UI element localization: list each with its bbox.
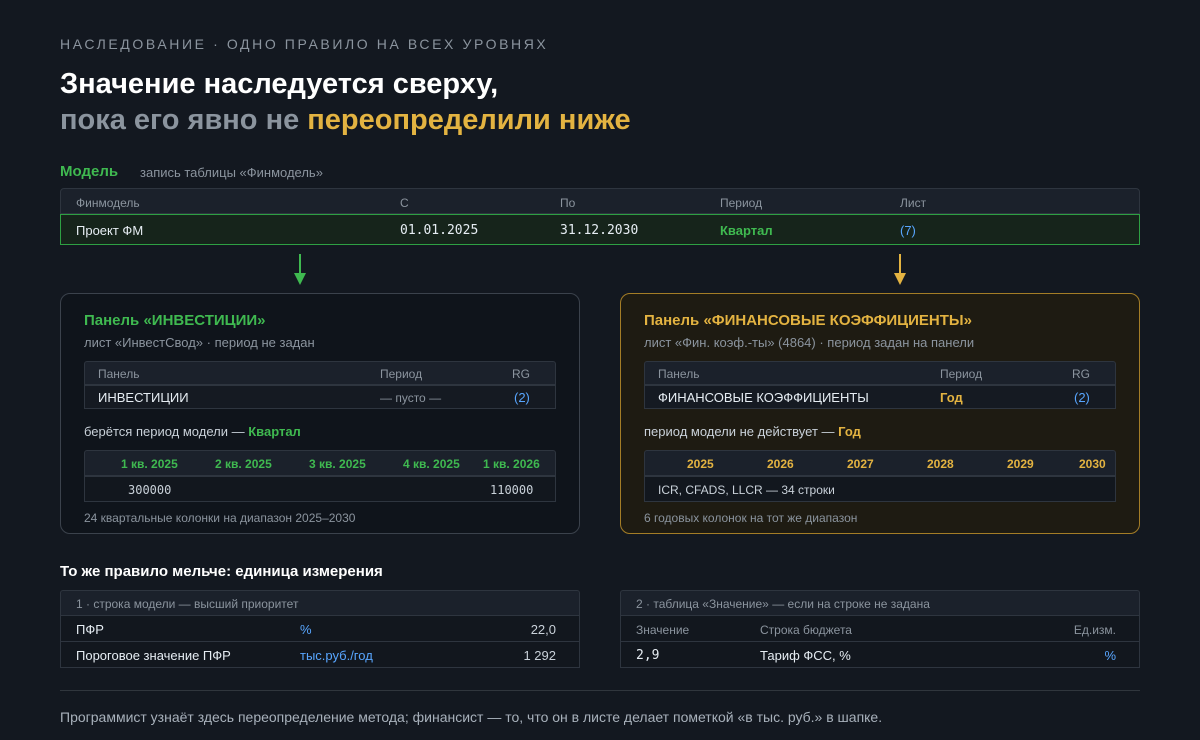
row-value: 1 292	[523, 648, 556, 663]
panel-subtitle: лист «Фин. коэф.-ты» (4864) · период зад…	[644, 335, 975, 350]
section-eyebrow: НАСЛЕДОВАНИЕ · ОДНО ПРАВИЛО НА ВСЕХ УРОВ…	[60, 36, 549, 52]
row-value: 22,0	[530, 622, 556, 637]
model-finmodel: Проект ФМ	[76, 223, 144, 238]
headline-line-1: Значение наследуется сверху,	[60, 68, 499, 100]
year-col: 2025	[687, 457, 714, 471]
model-table-header: Финмодель С По Период Лист	[60, 188, 1140, 214]
note-value: Квартал	[248, 424, 301, 439]
col-rg: RG	[512, 367, 530, 381]
note-value: Год	[838, 424, 861, 439]
row-value: 2,9	[636, 648, 660, 663]
table-row[interactable]: Пороговое значение ПФР тыс.руб./год 1 29…	[60, 642, 580, 668]
panel-name: ФИНАНСОВЫЕ КОЭФФИЦИЕНТЫ	[658, 390, 869, 405]
row-unit[interactable]: %	[300, 622, 312, 637]
model-subtitle: запись таблицы «Финмодель»	[140, 165, 323, 180]
col-sheet: Лист	[900, 196, 927, 210]
headline-line-2: пока его явно не переопределили ниже	[60, 104, 631, 137]
panel-footnote: 6 годовых колонок на тот же диапазон	[644, 511, 858, 525]
divider	[60, 690, 1140, 691]
values-row[interactable]: 300000 110000	[84, 476, 556, 502]
table-header: Панель Период RG	[644, 361, 1116, 385]
table-row[interactable]: 2,9 Тариф ФСС, % %	[620, 642, 1140, 668]
period-value: Год	[940, 390, 963, 405]
col-panel: Панель	[658, 367, 700, 381]
period-note: период модели не действует — Год	[644, 424, 861, 439]
col-period: Период	[720, 196, 763, 210]
panel-financial-ratios: Панель «ФИНАНСОВЫЕ КОЭФФИЦИЕНТЫ» лист «Ф…	[620, 293, 1140, 534]
row-name: Пороговое значение ПФР	[76, 648, 231, 663]
panel-footnote: 24 квартальные колонки на диапазон 2025–…	[84, 511, 356, 525]
model-to-date: 31.12.2030	[560, 223, 639, 238]
quarter-col: 1 кв. 2025	[121, 457, 178, 471]
table-row[interactable]: ИНВЕСТИЦИИ — пусто — (2)	[84, 385, 556, 409]
col-finmodel: Финмодель	[76, 196, 140, 210]
rows-summary[interactable]: ICR, CFADS, LLCR — 34 строки	[644, 476, 1116, 502]
col-to: По	[560, 196, 576, 210]
year-col: 2026	[767, 457, 794, 471]
model-row[interactable]: Проект ФМ 01.01.2025 31.12.2030 Квартал …	[60, 214, 1140, 245]
period-note: берётся период модели — Квартал	[84, 424, 301, 439]
panel-investments: Панель «ИНВЕСТИЦИИ» лист «ИнвестСвод» · …	[60, 293, 580, 534]
row-unit[interactable]: тыс.руб./год	[300, 648, 373, 663]
col-panel: Панель	[98, 367, 140, 381]
value-cell: 110000	[490, 483, 534, 497]
col-from: С	[400, 196, 409, 210]
row-name: ПФР	[76, 622, 104, 637]
col-rg: RG	[1072, 367, 1090, 381]
model-period: Квартал	[720, 223, 773, 238]
col-period: Период	[380, 367, 423, 381]
year-columns-header: 2025 2026 2027 2028 2029 2030	[644, 450, 1116, 476]
year-col: 2029	[1007, 457, 1034, 471]
quarter-columns-header: 1 кв. 2025 2 кв. 2025 3 кв. 2025 4 кв. 2…	[84, 450, 556, 476]
period-empty: — пусто —	[380, 391, 442, 405]
note-text: период модели не действует —	[644, 424, 835, 439]
panel-name: ИНВЕСТИЦИИ	[98, 390, 189, 405]
arrow-down-icon	[294, 254, 306, 286]
footer-note: Программист узнаёт здесь переопределение…	[60, 709, 883, 725]
col-budget-line: Строка бюджета	[760, 623, 852, 637]
note-text: берётся период модели —	[84, 424, 245, 439]
model-table: Финмодель С По Период Лист Проект ФМ 01.…	[60, 188, 1140, 245]
table-row[interactable]: ПФР % 22,0	[60, 616, 580, 642]
quarter-col: 1 кв. 2026	[483, 457, 540, 471]
table-header: Значение Строка бюджета Ед.изм.	[620, 616, 1140, 642]
panel-title: Панель «ФИНАНСОВЫЕ КОЭФФИЦИЕНТЫ»	[644, 312, 972, 329]
rows-text: ICR, CFADS, LLCR — 34 строки	[658, 483, 835, 497]
model-label: Модель	[60, 163, 119, 180]
quarter-col: 3 кв. 2025	[309, 457, 366, 471]
panel-title: Панель «ИНВЕСТИЦИИ»	[84, 312, 266, 329]
value-cell: 300000	[128, 483, 172, 497]
caption-text: 1 · строка модели — высший приоритет	[76, 597, 299, 611]
col-period: Период	[940, 367, 983, 381]
caption-text: 2 · таблица «Значение» — если на строке …	[636, 597, 930, 611]
arrow-down-icon	[894, 254, 906, 286]
headline-accent: переопределили ниже	[307, 104, 631, 136]
col-unit: Ед.изм.	[1073, 623, 1116, 637]
quarter-col: 2 кв. 2025	[215, 457, 272, 471]
model-sheet-link[interactable]: (7)	[900, 223, 916, 238]
quarter-col: 4 кв. 2025	[403, 457, 460, 471]
col-value: Значение	[636, 623, 690, 637]
model-from-date: 01.01.2025	[400, 223, 479, 238]
table-row[interactable]: ФИНАНСОВЫЕ КОЭФФИЦИЕНТЫ Год (2)	[644, 385, 1116, 409]
table-caption: 1 · строка модели — высший приоритет	[60, 590, 580, 616]
table-header: Панель Период RG	[84, 361, 556, 385]
panel-subtitle: лист «ИнвестСвод» · период не задан	[84, 335, 315, 350]
headline-plain: пока его явно не	[60, 104, 300, 136]
rg-link[interactable]: (2)	[514, 390, 530, 405]
year-col: 2028	[927, 457, 954, 471]
rg-link[interactable]: (2)	[1074, 390, 1090, 405]
year-col: 2027	[847, 457, 874, 471]
year-col: 2030	[1079, 457, 1106, 471]
row-unit[interactable]: %	[1104, 648, 1116, 663]
table-caption: 2 · таблица «Значение» — если на строке …	[620, 590, 1140, 616]
row-budget-line: Тариф ФСС, %	[760, 648, 851, 663]
units-section-title: То же правило мельче: единица измерения	[60, 563, 383, 580]
